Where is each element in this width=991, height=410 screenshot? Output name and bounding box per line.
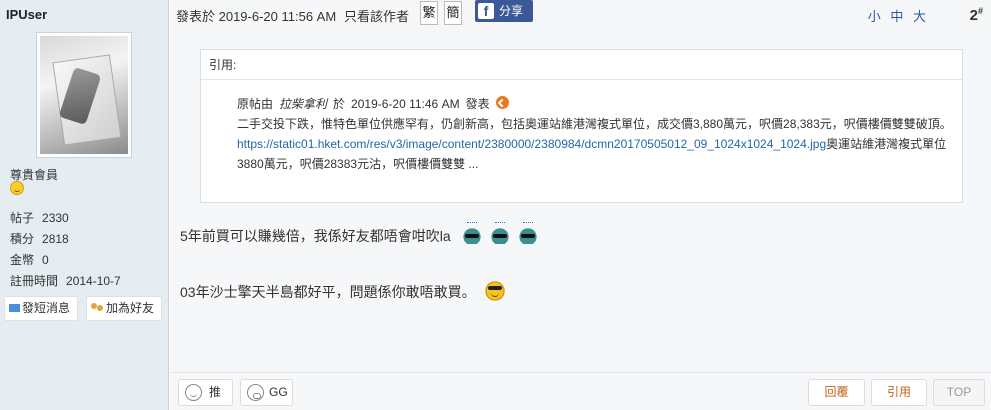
avatar[interactable] bbox=[36, 32, 132, 158]
quote-time: 2019-6-20 11:46 AM bbox=[351, 97, 460, 111]
stat-label: 積分 bbox=[10, 232, 35, 246]
stat-label: 帖子 bbox=[10, 211, 35, 225]
post-timestamp: 發表於 2019-6-20 11:56 AM bbox=[176, 9, 337, 24]
stat-value: 2330 bbox=[42, 211, 69, 225]
quote-attribution: 原帖由 拉柴拿利於 2019-6-20 11:46 AM 發表 bbox=[237, 94, 509, 114]
stat-posts: 帖子 2330 bbox=[10, 208, 121, 229]
share-label: 分享 bbox=[499, 4, 524, 18]
add-friend-label: 加為好友 bbox=[106, 301, 155, 315]
quote-button[interactable]: 引用 bbox=[871, 379, 927, 406]
post-header: 發表於 2019-6-20 11:56 AM 只看該作者 繁 簡 f 分享 小 中… bbox=[170, 0, 991, 28]
stat-value: 2014-10-7 bbox=[66, 274, 121, 288]
stat-label: 註冊時間 bbox=[10, 274, 59, 288]
facebook-icon: f bbox=[478, 3, 494, 19]
quote-text: 二手交投下跌，惟特色單位供應罕有，仍創新高，包括奧運站維港灣複式單位，成交價3,… bbox=[237, 117, 952, 131]
pig-icon bbox=[247, 384, 264, 401]
stat-value: 2818 bbox=[42, 232, 69, 246]
quote-body: 原帖由 拉柴拿利於 2019-6-20 11:46 AM 發表 二手交投下跌，惟特色單… bbox=[237, 94, 953, 174]
author-stats: 帖子 2330 積分 2818 金幣 0 註冊時間 2014-10-7 bbox=[10, 208, 121, 292]
floor-number[interactable]: 2# bbox=[970, 6, 983, 24]
message-text: 5年前買可以賺幾倍，我係好友都唔會咁吹la bbox=[180, 228, 451, 244]
reply-button[interactable]: 回覆 bbox=[808, 379, 865, 406]
push-button[interactable]: 推 bbox=[178, 379, 233, 406]
post-message-line: 5年前買可以賺幾倍，我係好友都唔會咁吹la bbox=[180, 222, 539, 246]
cool-emoji-icon bbox=[485, 281, 506, 302]
author-name[interactable]: IPUser bbox=[6, 7, 47, 22]
facebook-share-button[interactable]: f 分享 bbox=[475, 0, 533, 22]
quote-link-line: https://static01.hket.com/res/v3/image/c… bbox=[237, 134, 953, 174]
add-friend-button[interactable]: 加為好友 bbox=[86, 296, 162, 321]
send-message-button[interactable]: 發短消息 bbox=[4, 296, 78, 321]
people-icon bbox=[91, 302, 104, 313]
post-footer: 推 GG 回覆 引用 TOP bbox=[170, 372, 991, 410]
emoji-icon bbox=[516, 222, 539, 245]
top-button[interactable]: TOP bbox=[933, 379, 985, 406]
rank-smile-icon bbox=[10, 181, 24, 195]
quote-link[interactable]: https://static01.hket.com/res/v3/image/c… bbox=[237, 137, 826, 151]
emoji-icon bbox=[460, 222, 483, 245]
stat-points: 積分 2818 bbox=[10, 229, 121, 250]
post-message-line: 03年沙士擎天半島都好平，問題係你敢唔敢買。 bbox=[180, 281, 506, 303]
emoji-icon bbox=[488, 222, 511, 245]
stat-label: 金幣 bbox=[10, 253, 35, 267]
thumbs-face-icon bbox=[185, 384, 202, 401]
quote-block: 引用: 原帖由 拉柴拿利於 2019-6-20 11:46 AM 發表 二手交投下跌，… bbox=[200, 49, 963, 203]
send-message-label: 發短消息 bbox=[22, 301, 71, 315]
author-panel: IPUser 尊貴會員 帖子 2330 積分 2818 金幣 0 註冊時間 2014-1… bbox=[0, 0, 169, 410]
stat-registered: 註冊時間 2014-10-7 bbox=[10, 271, 121, 292]
quote-by-suffix: 發表 bbox=[465, 97, 490, 111]
back-arrow-icon[interactable] bbox=[495, 96, 509, 110]
font-size-switcher[interactable]: 小 中 大 bbox=[868, 6, 929, 25]
quote-user[interactable]: 拉柴拿利 bbox=[279, 97, 327, 111]
gg-label: GG bbox=[269, 385, 288, 399]
push-label: 推 bbox=[209, 385, 222, 399]
traditional-chinese-button[interactable]: 繁 bbox=[420, 1, 438, 25]
quote-title: 引用: bbox=[201, 50, 962, 80]
floor-number-value: 2 bbox=[969, 7, 978, 24]
post-panel: 發表於 2019-6-20 11:56 AM 只看該作者 繁 簡 f 分享 小 中… bbox=[170, 0, 991, 410]
quote-by-at: 於 bbox=[333, 97, 346, 111]
stat-coins: 金幣 0 bbox=[10, 250, 121, 271]
message-text: 03年沙士擎天半島都好平，問題係你敢唔敢買。 bbox=[180, 284, 476, 300]
stat-value: 0 bbox=[42, 253, 49, 267]
avatar-image bbox=[40, 36, 128, 154]
envelope-icon bbox=[9, 303, 20, 312]
simplified-chinese-button[interactable]: 簡 bbox=[444, 1, 462, 25]
author-only-link[interactable]: 只看該作者 bbox=[344, 6, 409, 25]
floor-mark: # bbox=[977, 6, 983, 16]
gg-button[interactable]: GG bbox=[240, 379, 293, 406]
quote-by-prefix: 原帖由 bbox=[237, 97, 274, 111]
